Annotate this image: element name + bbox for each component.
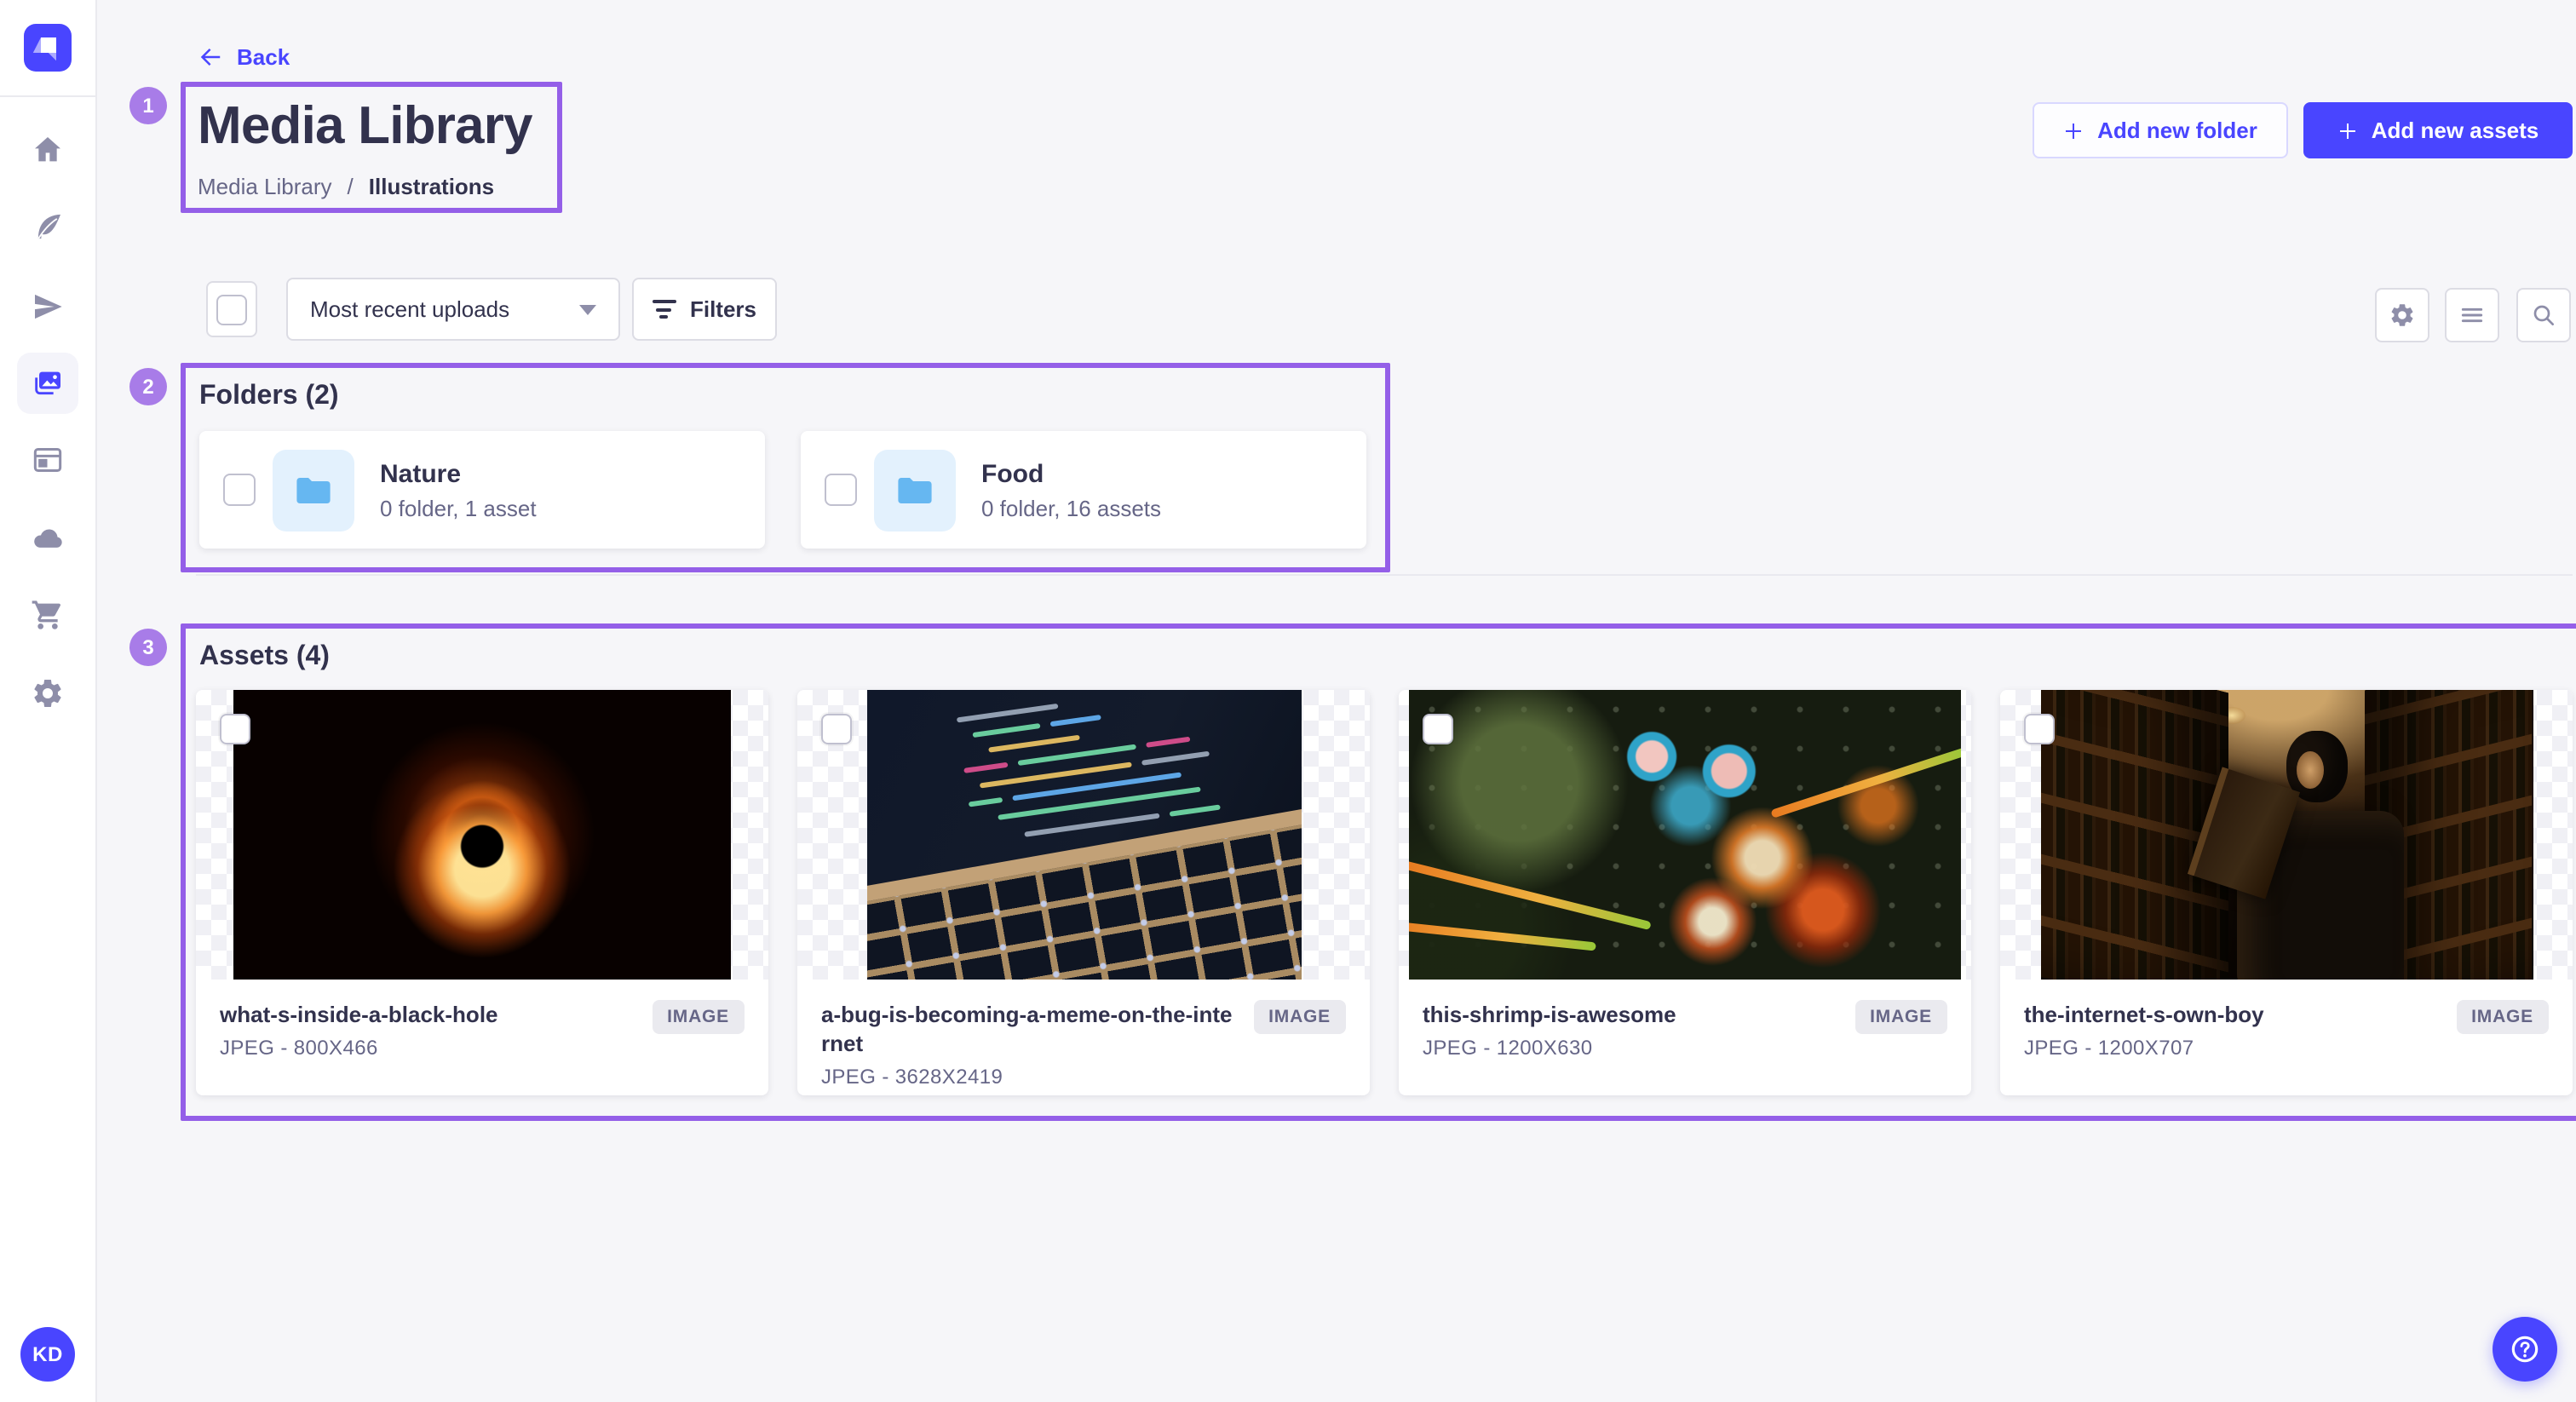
- back-link[interactable]: Back: [198, 44, 290, 70]
- add-new-assets-button[interactable]: Add new assets: [2303, 102, 2573, 158]
- folder-checkbox[interactable]: [223, 474, 256, 506]
- feather-icon[interactable]: [31, 210, 65, 244]
- asset-name: what-s-inside-a-black-hole: [220, 1000, 638, 1029]
- laptop-code-image: [866, 690, 1301, 980]
- assets-section-title: Assets (4): [199, 642, 330, 673]
- asset-card-black-hole[interactable]: what-s-inside-a-black-hole JPEG - 800X46…: [196, 690, 768, 1095]
- help-button[interactable]: [2493, 1317, 2557, 1382]
- folder-name: Nature: [380, 459, 537, 488]
- question-mark-icon: [2508, 1332, 2542, 1366]
- asset-type-badge: IMAGE: [2456, 1000, 2549, 1034]
- asset-card-shrimp[interactable]: this-shrimp-is-awesome JPEG - 1200X630 I…: [1399, 690, 1971, 1095]
- folders-section-title: Folders (2): [199, 382, 339, 412]
- breadcrumb-separator: /: [348, 174, 354, 199]
- cart-icon[interactable]: [31, 598, 65, 632]
- annotation-badge-1: 1: [129, 87, 167, 124]
- asset-thumbnail: [1399, 690, 1971, 980]
- asset-checkbox[interactable]: [821, 714, 852, 744]
- asset-type-badge: IMAGE: [652, 1000, 745, 1034]
- view-settings-button[interactable]: [2375, 288, 2429, 342]
- black-hole-image: [233, 690, 731, 980]
- add-new-assets-label: Add new assets: [2372, 118, 2539, 143]
- list-view-button[interactable]: [2445, 288, 2499, 342]
- select-all-checkbox[interactable]: [216, 294, 247, 325]
- folder-tile: [874, 449, 956, 531]
- sidebar-divider: [0, 95, 97, 97]
- user-avatar[interactable]: KD: [20, 1327, 75, 1382]
- folder-meta: 0 folder, 16 assets: [981, 495, 1161, 520]
- media-library-icon[interactable]: [31, 366, 65, 400]
- asset-name: this-shrimp-is-awesome: [1423, 1000, 1841, 1029]
- annotation-badge-2: 2: [129, 368, 167, 405]
- cog-icon: [2389, 302, 2416, 329]
- search-icon: [2530, 302, 2557, 329]
- paper-plane-icon[interactable]: [31, 290, 65, 324]
- folder-checkbox[interactable]: [825, 474, 857, 506]
- asset-meta: JPEG - 3628X2419: [821, 1065, 1239, 1089]
- asset-thumbnail: [797, 690, 1370, 980]
- asset-type-badge: IMAGE: [1253, 1000, 1346, 1034]
- annotation-badge-3: 3: [129, 629, 167, 666]
- sort-value: Most recent uploads: [310, 296, 509, 322]
- add-new-folder-label: Add new folder: [2097, 118, 2257, 143]
- asset-checkbox[interactable]: [220, 714, 250, 744]
- asset-meta: JPEG - 800X466: [220, 1036, 638, 1060]
- asset-checkbox[interactable]: [1423, 714, 1453, 744]
- asset-meta: JPEG - 1200X707: [2024, 1036, 2442, 1060]
- list-icon: [2458, 302, 2486, 329]
- breadcrumb-parent[interactable]: Media Library: [198, 174, 332, 199]
- asset-checkbox[interactable]: [2024, 714, 2055, 744]
- breadcrumb: Media Library / Illustrations: [198, 174, 494, 199]
- sort-dropdown[interactable]: Most recent uploads: [286, 278, 620, 341]
- asset-card-internets-own-boy[interactable]: the-internet-s-own-boy JPEG - 1200X707 I…: [2000, 690, 2573, 1095]
- add-new-folder-button[interactable]: Add new folder: [2033, 102, 2288, 158]
- folder-icon: [293, 469, 334, 510]
- back-label: Back: [237, 44, 290, 70]
- filters-label: Filters: [690, 296, 756, 322]
- plus-icon: [2063, 120, 2084, 141]
- chevron-down-icon: [579, 304, 596, 314]
- library-portrait-image: [2040, 690, 2533, 980]
- folder-card-nature[interactable]: Nature 0 folder, 1 asset: [199, 431, 765, 549]
- media-library-page: KD Back 1 Media Library Media Library / …: [0, 0, 2576, 1402]
- asset-card-bug-meme[interactable]: a-bug-is-becoming-a-meme-on-the-internet…: [797, 690, 1370, 1095]
- arrow-left-icon: [198, 44, 223, 70]
- search-button[interactable]: [2516, 288, 2571, 342]
- strapi-logo[interactable]: [24, 24, 72, 72]
- filters-button[interactable]: Filters: [632, 278, 777, 341]
- breadcrumb-current: Illustrations: [369, 174, 494, 199]
- folder-card-food[interactable]: Food 0 folder, 16 assets: [801, 431, 1366, 549]
- asset-name: a-bug-is-becoming-a-meme-on-the-internet: [821, 1000, 1239, 1058]
- folder-meta: 0 folder, 1 asset: [380, 495, 537, 520]
- folder-icon: [894, 469, 935, 510]
- filter-icon: [653, 300, 676, 319]
- asset-thumbnail: [196, 690, 768, 980]
- asset-name: the-internet-s-own-boy: [2024, 1000, 2442, 1029]
- asset-meta: JPEG - 1200X630: [1423, 1036, 1841, 1060]
- home-icon[interactable]: [31, 133, 65, 167]
- sidebar: KD: [0, 0, 97, 1402]
- folder-tile: [273, 449, 354, 531]
- page-title: Media Library: [198, 95, 532, 157]
- section-divider: [196, 574, 2573, 576]
- cloud-icon[interactable]: [31, 521, 65, 555]
- select-all-wrapper: [206, 281, 257, 337]
- plus-icon: [2337, 120, 2358, 141]
- gear-icon[interactable]: [31, 676, 65, 710]
- asset-type-badge: IMAGE: [1854, 1000, 1947, 1034]
- asset-thumbnail: [2000, 690, 2573, 980]
- layout-icon[interactable]: [31, 443, 65, 477]
- mantis-shrimp-image: [1409, 690, 1961, 980]
- folder-name: Food: [981, 459, 1161, 488]
